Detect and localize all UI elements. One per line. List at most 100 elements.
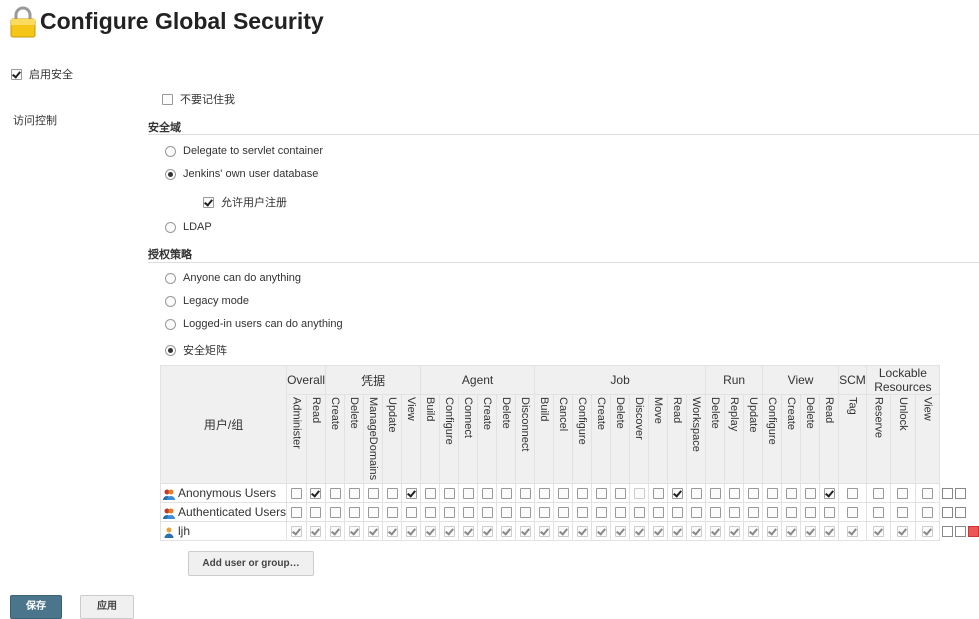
permission-checkbox[interactable] — [824, 488, 835, 499]
permission-checkbox[interactable] — [691, 488, 702, 499]
permission-checkbox[interactable] — [805, 507, 816, 518]
permission-checkbox[interactable] — [615, 526, 626, 537]
apply-button[interactable]: 应用 — [80, 595, 134, 619]
permission-checkbox[interactable] — [634, 488, 645, 499]
permission-checkbox[interactable] — [539, 507, 550, 518]
permission-checkbox[interactable] — [748, 507, 759, 518]
permission-checkbox[interactable] — [729, 526, 740, 537]
permission-checkbox[interactable] — [710, 526, 721, 537]
permission-checkbox[interactable] — [558, 526, 569, 537]
permission-checkbox[interactable] — [786, 507, 797, 518]
permission-checkbox[interactable] — [539, 488, 550, 499]
enable-security-checkbox[interactable] — [11, 69, 22, 80]
realm-option-ldap[interactable]: LDAP — [165, 221, 212, 233]
radio[interactable] — [165, 319, 176, 330]
permission-checkbox[interactable] — [349, 526, 360, 537]
permission-checkbox[interactable] — [577, 488, 588, 499]
auth-option-anyone[interactable]: Anyone can do anything — [165, 272, 301, 284]
permission-checkbox[interactable] — [520, 526, 531, 537]
permission-checkbox[interactable] — [425, 526, 436, 537]
permission-checkbox[interactable] — [596, 507, 607, 518]
permission-checkbox[interactable] — [406, 526, 417, 537]
delete-icon[interactable] — [968, 526, 979, 537]
permission-checkbox[interactable] — [653, 526, 664, 537]
auth-option-logged-in[interactable]: Logged-in users can do anything — [165, 318, 343, 330]
permission-checkbox[interactable] — [596, 488, 607, 499]
permission-checkbox[interactable] — [922, 526, 933, 537]
permission-checkbox[interactable] — [615, 488, 626, 499]
permission-checkbox[interactable] — [847, 526, 858, 537]
permission-checkbox[interactable] — [922, 507, 933, 518]
permission-checkbox[interactable] — [291, 488, 302, 499]
permission-checkbox[interactable] — [710, 507, 721, 518]
permission-checkbox[interactable] — [824, 507, 835, 518]
permission-checkbox[interactable] — [847, 507, 858, 518]
permission-checkbox[interactable] — [873, 526, 884, 537]
permission-checkbox[interactable] — [482, 488, 493, 499]
permission-checkbox[interactable] — [425, 488, 436, 499]
permission-checkbox[interactable] — [729, 507, 740, 518]
permission-checkbox[interactable] — [501, 507, 512, 518]
permission-checkbox[interactable] — [558, 507, 569, 518]
permission-checkbox[interactable] — [387, 488, 398, 499]
permission-checkbox[interactable] — [368, 526, 379, 537]
permission-checkbox[interactable] — [786, 526, 797, 537]
permission-checkbox[interactable] — [672, 507, 683, 518]
permission-checkbox[interactable] — [873, 488, 884, 499]
copy-icon[interactable] — [955, 488, 966, 499]
permission-checkbox[interactable] — [748, 488, 759, 499]
remember-me-row[interactable]: 不要记住我 — [162, 91, 235, 107]
permission-checkbox[interactable] — [634, 507, 645, 518]
permission-checkbox[interactable] — [767, 507, 778, 518]
copy-icon[interactable] — [942, 488, 953, 499]
permission-checkbox[interactable] — [330, 507, 341, 518]
realm-option-servlet[interactable]: Delegate to servlet container — [165, 145, 323, 157]
permission-checkbox[interactable] — [748, 526, 759, 537]
permission-checkbox[interactable] — [330, 488, 341, 499]
enable-security-row[interactable]: 启用安全 — [11, 66, 73, 82]
permission-checkbox[interactable] — [847, 488, 858, 499]
permission-checkbox[interactable] — [349, 488, 360, 499]
permission-checkbox[interactable] — [615, 507, 626, 518]
permission-checkbox[interactable] — [463, 526, 474, 537]
permission-checkbox[interactable] — [672, 488, 683, 499]
permission-checkbox[interactable] — [922, 488, 933, 499]
permission-checkbox[interactable] — [577, 526, 588, 537]
permission-checkbox[interactable] — [387, 526, 398, 537]
permission-checkbox[interactable] — [520, 507, 531, 518]
permission-checkbox[interactable] — [425, 507, 436, 518]
radio[interactable] — [165, 169, 176, 180]
permission-checkbox[interactable] — [577, 507, 588, 518]
permission-checkbox[interactable] — [444, 507, 455, 518]
radio[interactable] — [165, 222, 176, 233]
radio[interactable] — [165, 273, 176, 284]
permission-checkbox[interactable] — [444, 488, 455, 499]
permission-checkbox[interactable] — [805, 526, 816, 537]
permission-checkbox[interactable] — [786, 488, 797, 499]
auth-option-matrix[interactable]: 安全矩阵 — [165, 342, 227, 358]
permission-checkbox[interactable] — [767, 488, 778, 499]
permission-checkbox[interactable] — [824, 526, 835, 537]
save-button[interactable]: 保存 — [10, 595, 62, 619]
permission-checkbox[interactable] — [501, 526, 512, 537]
allow-signup-row[interactable]: 允许用户注册 — [203, 194, 287, 210]
permission-checkbox[interactable] — [672, 526, 683, 537]
auth-option-legacy[interactable]: Legacy mode — [165, 295, 249, 307]
permission-checkbox[interactable] — [310, 526, 321, 537]
permission-checkbox[interactable] — [897, 526, 908, 537]
permission-checkbox[interactable] — [387, 507, 398, 518]
permission-checkbox[interactable] — [310, 507, 321, 518]
copy-icon[interactable] — [955, 526, 966, 537]
copy-icon[interactable] — [955, 507, 966, 518]
copy-icon[interactable] — [942, 507, 953, 518]
permission-checkbox[interactable] — [368, 507, 379, 518]
permission-checkbox[interactable] — [291, 507, 302, 518]
copy-icon[interactable] — [942, 526, 953, 537]
permission-checkbox[interactable] — [710, 488, 721, 499]
permission-checkbox[interactable] — [729, 488, 740, 499]
permission-checkbox[interactable] — [653, 488, 664, 499]
permission-checkbox[interactable] — [310, 488, 321, 499]
add-user-or-group-button[interactable]: Add user or group… — [188, 551, 314, 576]
permission-checkbox[interactable] — [520, 488, 531, 499]
permission-checkbox[interactable] — [897, 488, 908, 499]
